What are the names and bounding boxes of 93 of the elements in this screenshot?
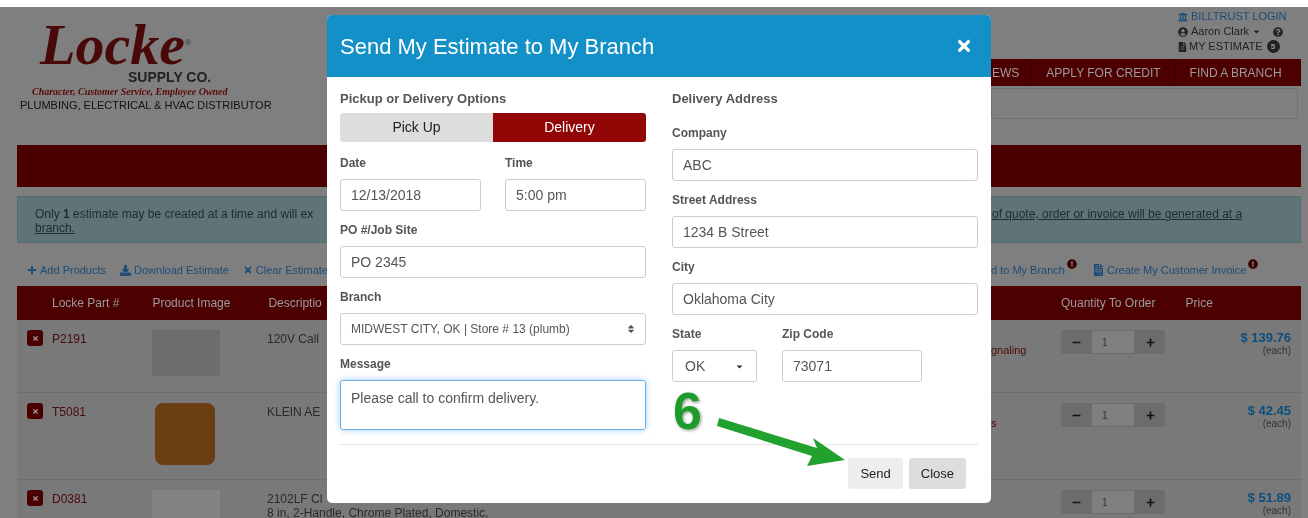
help-icon[interactable] — [1273, 26, 1284, 37]
section-heading: Pickup or Delivery Options — [340, 91, 508, 106]
plus-icon — [1145, 410, 1155, 420]
increase-button[interactable] — [1135, 490, 1165, 514]
dialog-button[interactable]: Send — [848, 458, 903, 489]
input-field[interactable]: PO 2345 — [340, 246, 646, 278]
column-header: Price — [1185, 295, 1213, 312]
user-icon — [1178, 26, 1188, 37]
section-heading: Delivery Address — [672, 91, 779, 106]
product-description: 120V Call — [267, 332, 320, 346]
state-select[interactable]: OK — [672, 350, 757, 382]
unit-label: (each) — [1262, 345, 1291, 357]
field-label: Time — [505, 156, 534, 171]
sort-icon — [627, 324, 635, 334]
dialog-button[interactable]: Close — [908, 458, 966, 489]
nav-link[interactable]: EWS — [991, 59, 1033, 86]
part-number: P2191 — [52, 331, 88, 348]
decrease-button[interactable] — [1061, 490, 1091, 514]
step-number: 6 — [673, 383, 702, 439]
price: $ 42.45 — [1247, 403, 1291, 418]
notice-link[interactable]: of quote, order or invoice will be generated at a — [992, 207, 1300, 221]
option-toggle[interactable]: Pick Up — [340, 113, 493, 142]
part-number: D0381 — [52, 491, 89, 508]
field-label: Zip Code — [782, 327, 835, 342]
user-menu[interactable]: Aaron Clark — [1178, 24, 1262, 39]
branch-link[interactable]: branch. — [35, 221, 76, 235]
increase-button[interactable] — [1135, 330, 1165, 354]
column-header: Quantity To Order — [1061, 295, 1156, 312]
price: $ 51.89 — [1247, 490, 1291, 505]
count-badge: 5 — [1266, 40, 1280, 53]
caret-icon — [1252, 27, 1262, 36]
notice-text: Only 1 estimate may be created at a time and will ex — [35, 207, 314, 221]
input-field[interactable]: 1234 B Street — [672, 216, 978, 248]
message-field[interactable]: Please call to confirm delivery. — [340, 380, 646, 430]
close-icon — [31, 334, 39, 342]
field-label: City — [672, 260, 696, 275]
input-field[interactable]: 5:00 pm — [505, 179, 646, 211]
remove-button[interactable] — [27, 330, 43, 346]
field-label: Company — [672, 126, 728, 141]
close-icon — [31, 407, 39, 415]
field-label: Date — [340, 156, 367, 171]
column-header: Descriptio — [268, 295, 322, 312]
input-field[interactable]: Oklahoma City — [672, 283, 978, 315]
download-icon — [120, 264, 132, 276]
plus-icon — [27, 265, 37, 276]
bank-icon — [1178, 11, 1188, 22]
remove-button[interactable] — [27, 403, 43, 419]
document-icon — [1178, 41, 1187, 52]
product-description: 2102LF Cl — [267, 492, 324, 506]
nav-link[interactable]: FIND A BRANCH — [1175, 59, 1301, 86]
remove-button[interactable] — [27, 490, 43, 506]
close-icon — [242, 265, 253, 276]
category-text: gnaling — [991, 343, 1028, 358]
increase-button[interactable] — [1135, 403, 1165, 427]
input-field[interactable]: ABC — [672, 149, 978, 181]
my-estimate-link[interactable]: MY ESTIMATE 5 — [1178, 39, 1301, 54]
nav-link[interactable]: APPLY FOR CREDIT — [1032, 59, 1176, 86]
logo-subtitle: SUPPLY CO. — [128, 69, 213, 85]
field-label: Message — [340, 357, 392, 372]
column-header: Locke Part # — [52, 295, 120, 312]
modal-title: Send My Estimate to My Branch — [340, 32, 655, 61]
document-icon — [1093, 264, 1104, 277]
logo-tagline: Character, Customer Service, Employee Owned — [32, 85, 229, 98]
search-field[interactable] — [991, 88, 1298, 119]
decrease-button[interactable] — [1061, 330, 1091, 354]
field-label: PO #/Job Site — [340, 223, 419, 238]
product-description: KLEIN AE — [267, 405, 321, 419]
branch-select[interactable]: MIDWEST CITY, OK | Store # 13 (plumb) — [340, 313, 646, 345]
column-header: Product Image — [152, 295, 231, 312]
quantity-field[interactable]: 1 — [1091, 330, 1135, 354]
category-text: s — [991, 416, 998, 431]
product-description: 8 in, 2-Handle, Chrome Plated, Domestic, — [267, 506, 489, 518]
part-number: T5081 — [52, 404, 88, 421]
unit-label: (each) — [1262, 418, 1291, 430]
input-field[interactable]: 12/13/2018 — [340, 179, 481, 211]
plus-icon — [1145, 497, 1155, 507]
field-label: Branch — [340, 290, 383, 305]
photo-placeholder — [155, 403, 215, 465]
field-label: State — [672, 327, 703, 342]
unit-label: (each) — [1262, 505, 1291, 517]
logo-wordmark: Locke — [40, 21, 185, 69]
close-icon — [955, 37, 973, 55]
input-field[interactable]: 73071 — [782, 350, 922, 382]
quantity-field[interactable]: 1 — [1091, 490, 1135, 514]
decrease-button[interactable] — [1061, 403, 1091, 427]
plus-icon — [1145, 337, 1155, 347]
slogan: PLUMBING, ELECTRICAL & HVAC DISTRIBUTOR — [20, 98, 272, 112]
option-toggle[interactable]: Delivery — [493, 113, 646, 142]
registered-mark: ® — [184, 38, 191, 47]
price: $ 139.76 — [1240, 330, 1291, 345]
quantity-field[interactable]: 1 — [1091, 403, 1135, 427]
field-label: Street Address — [672, 193, 758, 208]
close-icon — [31, 494, 39, 502]
